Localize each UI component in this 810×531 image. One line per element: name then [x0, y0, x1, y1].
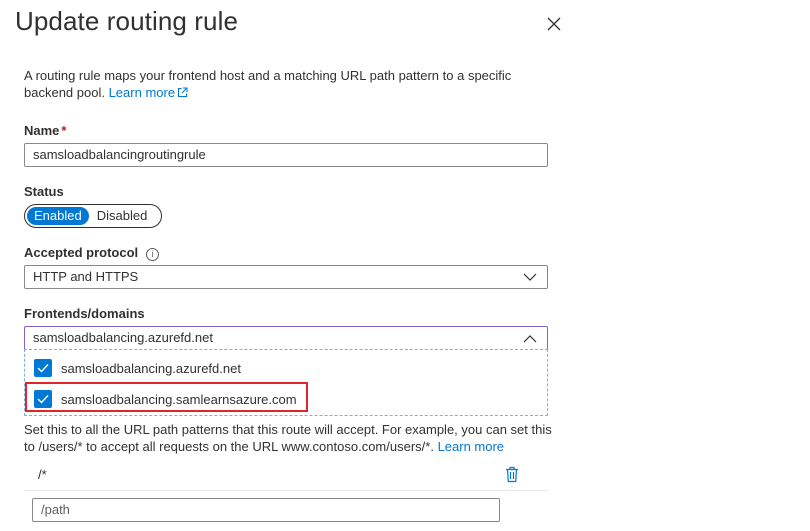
pattern-row: /* — [24, 460, 548, 491]
close-icon — [547, 17, 561, 31]
status-label: Status — [24, 184, 64, 199]
panel-description: A routing rule maps your frontend host a… — [24, 67, 554, 101]
status-enabled-option[interactable]: Enabled — [27, 207, 89, 225]
name-input[interactable]: samsloadbalancingroutingrule — [24, 143, 548, 167]
chevron-down-icon — [523, 273, 537, 281]
status-disabled-option[interactable]: Disabled — [89, 207, 156, 225]
external-link-icon — [178, 87, 188, 97]
frontends-value: samsloadbalancing.azurefd.net — [33, 330, 213, 345]
pattern-value: /* — [38, 467, 47, 482]
delete-icon[interactable] — [505, 466, 519, 483]
status-toggle[interactable]: Enabled Disabled — [24, 204, 162, 228]
info-icon[interactable]: i — [146, 248, 160, 261]
protocol-value: HTTP and HTTPS — [33, 269, 139, 284]
close-button[interactable] — [543, 13, 565, 35]
frontends-label: Frontends/domains — [24, 306, 145, 321]
name-label: Name * — [24, 123, 67, 138]
frontends-select[interactable]: samsloadbalancing.azurefd.net — [24, 326, 548, 350]
protocol-label: Accepted protocol i — [24, 245, 160, 261]
patterns-learn-more-link[interactable]: Learn more — [438, 439, 504, 454]
description-text: A routing rule maps your frontend host a… — [24, 68, 512, 100]
checkbox-checked-icon[interactable] — [34, 359, 52, 377]
frontend-option-label: samsloadbalancing.azurefd.net — [61, 360, 241, 376]
page-title: Update routing rule — [15, 6, 239, 36]
patterns-help: Set this to all the URL path patterns th… — [24, 421, 554, 455]
chevron-up-icon — [523, 335, 537, 343]
frontend-option[interactable]: samsloadbalancing.azurefd.net — [25, 353, 547, 383]
new-pattern-input[interactable]: /path — [32, 498, 500, 522]
protocol-select[interactable]: HTTP and HTTPS — [24, 265, 548, 289]
highlight-box — [25, 382, 308, 412]
learn-more-link[interactable]: Learn more — [109, 85, 188, 100]
required-marker: * — [61, 123, 67, 138]
